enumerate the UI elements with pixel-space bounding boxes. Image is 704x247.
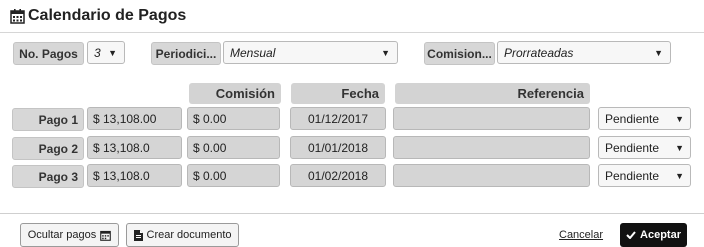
calendar-icon [100, 230, 112, 241]
document-icon [133, 229, 143, 241]
status-value: Pendiente [605, 111, 660, 126]
commission-field[interactable]: $ 0.00 [187, 136, 280, 159]
row-label: Pago 3 [12, 165, 84, 188]
row-label: Pago 2 [12, 137, 84, 160]
hide-payments-button[interactable]: Ocultar pagos [20, 223, 119, 247]
status-select[interactable]: Pendiente ▼ [598, 107, 691, 130]
caret-down-icon: ▼ [675, 114, 684, 124]
column-header-reference: Referencia [395, 83, 590, 104]
date-field[interactable]: 01/01/2018 [290, 136, 386, 159]
commission-type-select[interactable]: Prorrateadas ▼ [497, 41, 671, 64]
caret-down-icon: ▼ [675, 143, 684, 153]
cancel-link[interactable]: Cancelar [559, 229, 603, 241]
create-document-label: Crear documento [146, 229, 232, 241]
amount-field[interactable]: $ 13,108.00 [87, 107, 182, 130]
column-header-commission: Comisión [189, 83, 281, 104]
payments-count-value: 3 [94, 45, 101, 60]
row-label: Pago 1 [12, 108, 84, 131]
reference-field[interactable] [393, 164, 590, 187]
status-select[interactable]: Pendiente ▼ [598, 164, 691, 187]
calendar-icon [10, 9, 25, 24]
reference-field[interactable] [393, 107, 590, 130]
dialog-title: Calendario de Pagos [28, 7, 187, 24]
caret-down-icon: ▼ [108, 48, 117, 58]
accept-label: Aceptar [640, 229, 681, 241]
status-select[interactable]: Pendiente ▼ [598, 136, 691, 159]
periodicity-value: Mensual [230, 45, 276, 60]
periodicity-label: Periodici... [151, 42, 221, 65]
reference-field[interactable] [393, 136, 590, 159]
status-value: Pendiente [605, 140, 660, 155]
amount-field[interactable]: $ 13,108.0 [87, 136, 182, 159]
caret-down-icon: ▼ [381, 48, 390, 58]
dialog-header: Calendario de Pagos [0, 0, 704, 33]
payments-count-label: No. Pagos [13, 42, 84, 65]
amount-field[interactable]: $ 13,108.0 [87, 164, 182, 187]
create-document-button[interactable]: Crear documento [126, 223, 239, 247]
date-field[interactable]: 01/12/2017 [290, 107, 386, 130]
dialog-footer: Ocultar pagos Crear documento Cancelar A… [0, 213, 704, 247]
commission-field[interactable]: $ 0.00 [187, 164, 280, 187]
date-field[interactable]: 01/02/2018 [290, 164, 386, 187]
payments-count-select[interactable]: 3 ▼ [87, 41, 125, 64]
check-icon [626, 231, 636, 239]
caret-down-icon: ▼ [654, 48, 663, 58]
hide-payments-label: Ocultar pagos [27, 229, 97, 241]
accept-button[interactable]: Aceptar [620, 223, 687, 247]
commission-type-value: Prorrateadas [504, 45, 574, 60]
column-header-date: Fecha [291, 83, 385, 104]
caret-down-icon: ▼ [675, 171, 684, 181]
commission-type-label: Comision... [424, 42, 495, 65]
periodicity-select[interactable]: Mensual ▼ [223, 41, 398, 64]
status-value: Pendiente [605, 168, 660, 183]
commission-field[interactable]: $ 0.00 [187, 107, 280, 130]
